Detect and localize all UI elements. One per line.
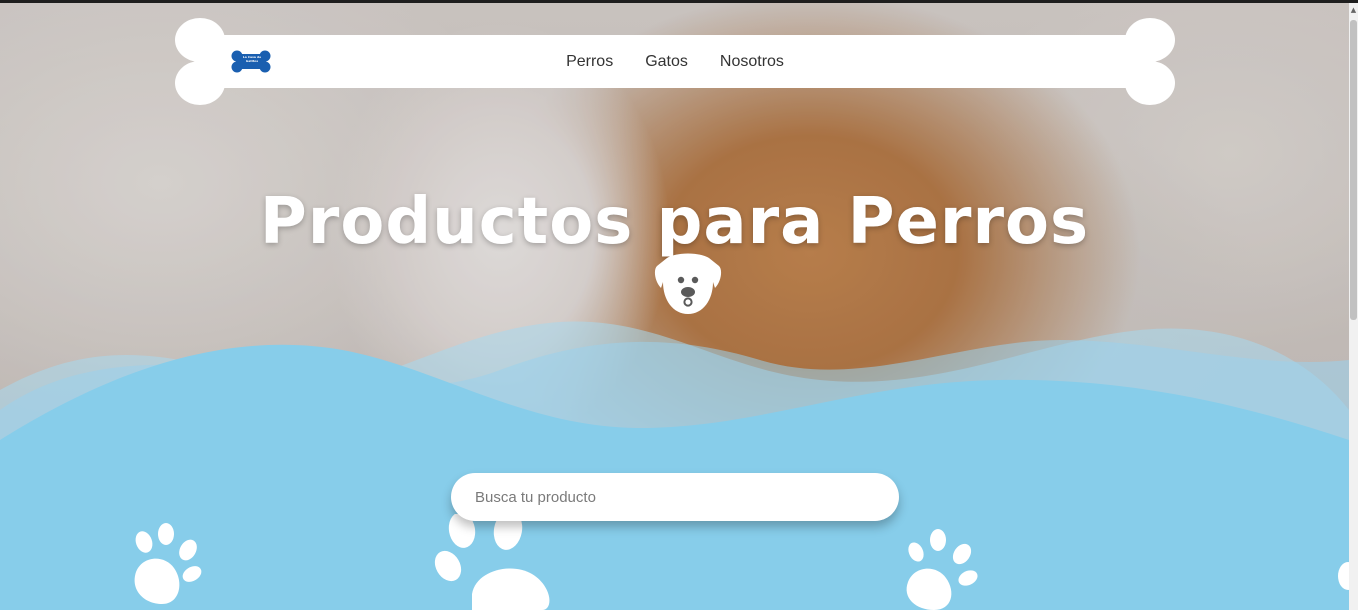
paw-print-icon (906, 529, 978, 610)
nav-link-perros[interactable]: Perros (566, 53, 613, 71)
nav-link-nosotros[interactable]: Nosotros (720, 53, 784, 71)
dog-face-icon (654, 253, 722, 314)
page-title: Productos para Perros (259, 184, 1090, 259)
nav-links: Perros Gatos Nosotros (175, 35, 1175, 88)
scroll-up-arrow-icon[interactable]: ▲ (1349, 3, 1358, 17)
paw-print-icon (1338, 562, 1349, 590)
scrollbar-thumb[interactable] (1350, 20, 1357, 320)
browser-top-edge (0, 0, 1358, 3)
search-input[interactable] (451, 473, 899, 521)
paw-print-icon (134, 523, 202, 604)
paw-print-icon (434, 514, 550, 610)
nav-link-gatos[interactable]: Gatos (645, 53, 688, 71)
navbar: La Casa de Gatitos Perros Gatos Nosotros (175, 18, 1175, 105)
